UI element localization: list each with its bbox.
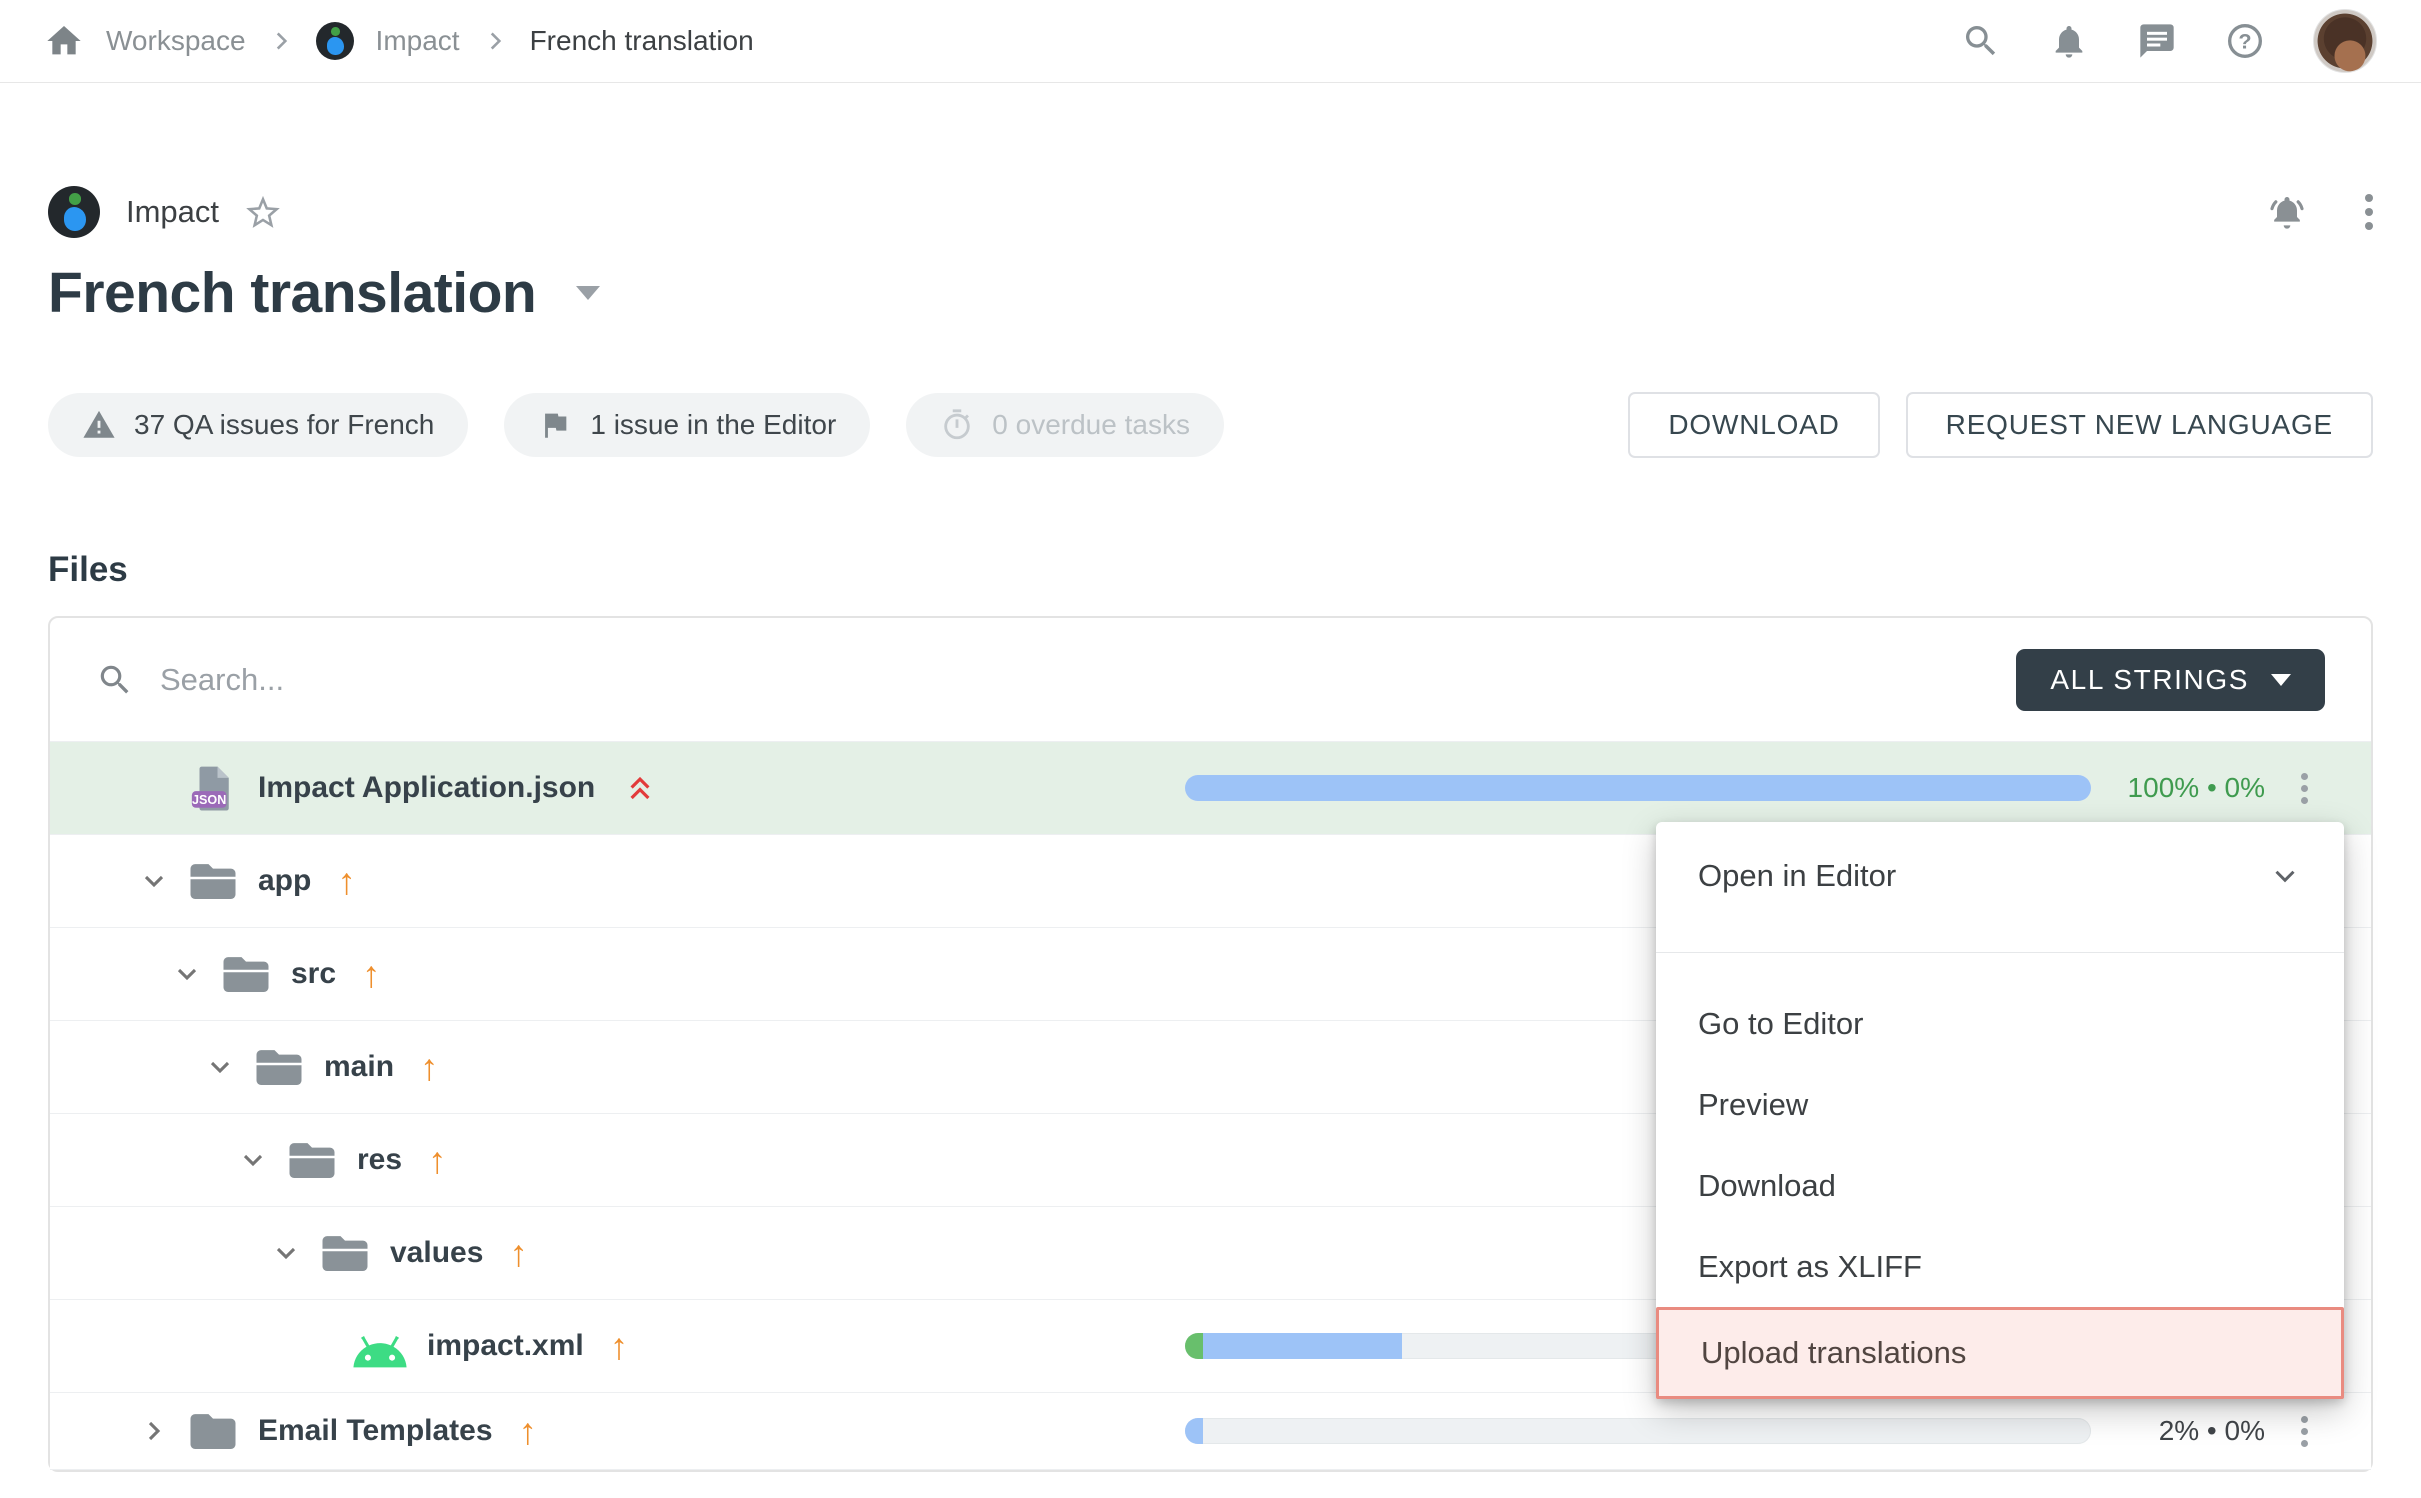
menu-item-export-as-xliff[interactable]: Export as XLIFF (1656, 1226, 2344, 1307)
chevron-down-icon[interactable] (171, 958, 203, 990)
translation-progress-bar (1185, 1418, 2091, 1444)
translation-progress-bar (1185, 775, 2091, 801)
timer-icon (940, 408, 974, 442)
qa-issues-label: 37 QA issues for French (134, 409, 434, 441)
upload-arrow-icon[interactable]: ↑ (428, 1142, 447, 1179)
chevron-right-icon (268, 28, 294, 54)
upload-arrow-icon[interactable]: ↑ (610, 1328, 629, 1365)
folder-row-email-templates[interactable]: Email Templates ↑ 2% • 0% (50, 1392, 2371, 1470)
breadcrumb: Workspace Impact French translation (44, 21, 754, 61)
overdue-tasks-label: 0 overdue tasks (992, 409, 1190, 441)
progress-stats: 2% • 0% (2107, 1415, 2265, 1447)
user-avatar[interactable] (2313, 9, 2377, 73)
download-button[interactable]: DOWNLOAD (1628, 392, 1879, 458)
folder-open-icon (252, 1040, 306, 1094)
chevron-down-icon (2271, 674, 2291, 686)
search-input[interactable] (160, 662, 2016, 698)
menu-header-label: Open in Editor (1698, 858, 1896, 894)
search-icon[interactable] (1961, 21, 2001, 61)
menu-open-in-editor[interactable]: Open in Editor (1656, 822, 2344, 952)
strings-filter-label: ALL STRINGS (2050, 664, 2249, 696)
page-title: French translation (48, 260, 536, 326)
svg-text:?: ? (2238, 29, 2251, 54)
star-favorite-icon[interactable] (245, 194, 281, 230)
row-kebab-menu-button[interactable] (2265, 763, 2343, 814)
editor-issues-label: 1 issue in the Editor (590, 409, 836, 441)
android-file-icon (351, 1319, 409, 1373)
chevron-down-icon[interactable] (138, 865, 170, 897)
menu-item-download[interactable]: Download (1656, 1145, 2344, 1226)
project-kebab-menu-button[interactable] (2365, 194, 2373, 230)
file-context-menu: Open in Editor Go to Editor Preview Down… (1656, 822, 2344, 1399)
project-logo (48, 186, 100, 238)
flag-icon (538, 408, 572, 442)
chevron-down-icon[interactable] (270, 1237, 302, 1269)
breadcrumb-workspace[interactable]: Workspace (106, 25, 246, 57)
folder-name: app (258, 864, 311, 898)
high-priority-icon (621, 769, 659, 807)
row-kebab-menu-button[interactable] (2265, 1406, 2343, 1457)
upload-arrow-icon[interactable]: ↑ (420, 1049, 439, 1086)
notifications-active-icon[interactable] (2267, 192, 2307, 232)
request-new-language-button[interactable]: REQUEST NEW LANGUAGE (1906, 392, 2373, 458)
json-file-icon: JSON (186, 761, 240, 815)
overdue-tasks-badge: 0 overdue tasks (906, 393, 1224, 457)
warning-icon (82, 408, 116, 442)
upload-arrow-icon[interactable]: ↑ (362, 956, 381, 993)
folder-open-icon (318, 1226, 372, 1280)
folder-name: values (390, 1236, 483, 1270)
files-section-title: Files (48, 550, 2373, 590)
menu-item-preview[interactable]: Preview (1656, 1064, 2344, 1145)
folder-name: main (324, 1050, 394, 1084)
messages-icon[interactable] (2137, 21, 2177, 61)
qa-issues-badge[interactable]: 37 QA issues for French (48, 393, 468, 457)
folder-open-icon (219, 947, 273, 1001)
search-icon (96, 661, 134, 699)
project-logo[interactable] (316, 22, 354, 60)
chevron-right-icon[interactable] (138, 1415, 170, 1447)
menu-item-upload-translations[interactable]: Upload translations (1656, 1307, 2344, 1399)
folder-name: Email Templates (258, 1414, 493, 1448)
strings-filter-button[interactable]: ALL STRINGS (2016, 649, 2325, 711)
upload-arrow-icon[interactable]: ↑ (509, 1235, 528, 1272)
notifications-icon[interactable] (2049, 21, 2089, 61)
folder-name: res (357, 1143, 402, 1177)
menu-item-go-to-editor[interactable]: Go to Editor (1656, 983, 2344, 1064)
home-icon[interactable] (44, 21, 84, 61)
breadcrumb-project[interactable]: Impact (376, 25, 460, 57)
upload-arrow-icon[interactable]: ↑ (337, 863, 356, 900)
progress-stats: 100% • 0% (2107, 772, 2265, 804)
project-name: Impact (126, 194, 219, 230)
file-row-impact-application-json[interactable]: JSON Impact Application.json 100% • 0% (50, 741, 2371, 834)
upload-arrow-icon[interactable]: ↑ (519, 1413, 538, 1450)
chevron-down-icon[interactable] (576, 286, 600, 300)
folder-open-icon (186, 854, 240, 908)
file-name: impact.xml (427, 1329, 584, 1363)
help-icon[interactable]: ? (2225, 21, 2265, 61)
chevron-down-icon (2268, 859, 2302, 893)
folder-name: src (291, 957, 336, 991)
chevron-down-icon[interactable] (237, 1144, 269, 1176)
files-search-row: ALL STRINGS (50, 618, 2371, 741)
folder-open-icon (285, 1133, 339, 1187)
project-header: Impact French translation 37 QA issues f… (0, 186, 2421, 590)
file-name: Impact Application.json (258, 771, 595, 805)
editor-issues-badge[interactable]: 1 issue in the Editor (504, 393, 870, 457)
top-navbar: Workspace Impact French translation ? (0, 0, 2421, 83)
folder-icon (186, 1404, 240, 1458)
chevron-right-icon (482, 28, 508, 54)
chevron-down-icon[interactable] (204, 1051, 236, 1083)
svg-text:JSON: JSON (192, 793, 226, 807)
breadcrumb-current: French translation (530, 25, 754, 57)
